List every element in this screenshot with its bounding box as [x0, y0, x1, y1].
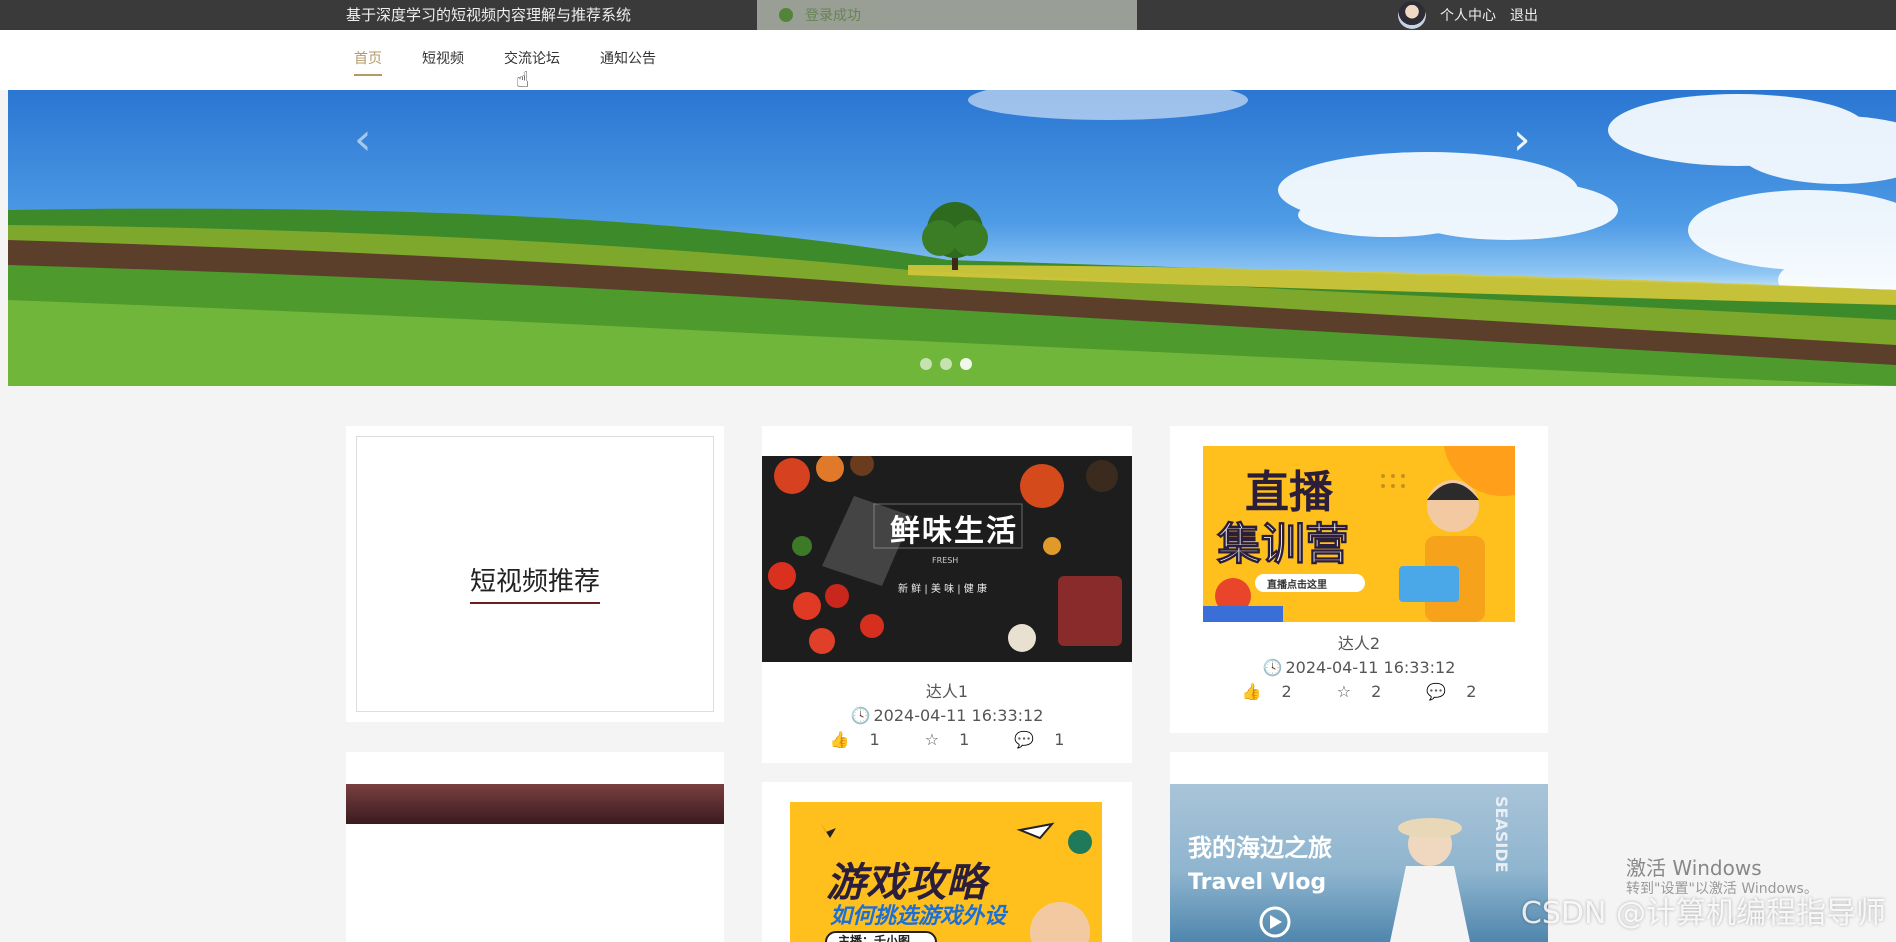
comment-icon[interactable]: 💬: [1014, 728, 1034, 752]
favorite-count: 2: [1371, 682, 1382, 701]
star-icon[interactable]: ☆: [1337, 680, 1351, 704]
video-thumbnail[interactable]: [346, 784, 724, 824]
video-card[interactable]: 直播 集训营 直播点击这里 达人2 🕓 2024-04-11 16:33:12 👍…: [1170, 426, 1548, 733]
main-nav: 首页 短视频 交流论坛 通知公告: [0, 30, 1896, 90]
comment-count: 2: [1466, 682, 1477, 701]
carousel-dot[interactable]: [920, 358, 932, 370]
clock-icon: 🕓: [850, 706, 871, 725]
video-thumbnail[interactable]: 我的海边之旅 Travel Vlog SEASIDE: [1170, 784, 1548, 942]
favorite-count: 1: [959, 730, 970, 749]
clock-icon: 🕓: [1262, 658, 1283, 677]
avatar[interactable]: [1398, 1, 1426, 29]
comment-count: 1: [1054, 730, 1065, 749]
like-count: 2: [1281, 682, 1292, 701]
carousel-next-arrow[interactable]: ›: [1513, 118, 1531, 162]
banner-carousel[interactable]: ‹ ›: [8, 90, 1896, 386]
thumb-up-icon[interactable]: 👍: [830, 728, 850, 752]
logout-link[interactable]: 退出: [1510, 5, 1538, 25]
nav-item-short-video[interactable]: 短视频: [422, 30, 464, 90]
check-circle-icon: [779, 8, 793, 22]
author-name[interactable]: 达人2: [1170, 632, 1548, 656]
carousel-prev-arrow[interactable]: ‹: [354, 118, 372, 162]
personal-center-link[interactable]: 个人中心: [1440, 5, 1496, 25]
video-card[interactable]: 游戏攻略 如何挑选游戏外设 主播：千小图: [762, 782, 1132, 942]
section-title: 短视频推荐: [469, 561, 600, 604]
top-bar: 基于深度学习的短视频内容理解与推荐系统 登录成功 个人中心 退出: [0, 0, 1896, 30]
comment-icon[interactable]: 💬: [1426, 680, 1446, 704]
video-thumbnail[interactable]: 鲜味生活 FRESH 新 鲜 | 美 味 | 健 康: [762, 456, 1132, 662]
carousel-dot[interactable]: [940, 358, 952, 370]
csdn-watermark: CSDN @计算机编程指导师: [1520, 896, 1886, 931]
video-card[interactable]: 我的海边之旅 Travel Vlog SEASIDE: [1170, 752, 1548, 942]
publish-time: 2024-04-11 16:33:12: [873, 706, 1044, 725]
star-icon[interactable]: ☆: [925, 728, 939, 752]
nav-item-home[interactable]: 首页: [354, 30, 382, 90]
video-card[interactable]: 鲜味生活 FRESH 新 鲜 | 美 味 | 健 康 达人1 🕓 2024-04-…: [762, 426, 1132, 763]
toast-message: 登录成功: [805, 8, 861, 24]
video-card[interactable]: [346, 752, 724, 942]
success-toast: 登录成功: [757, 0, 1137, 30]
banner-image: [8, 90, 1896, 386]
like-count: 1: [869, 730, 880, 749]
publish-time: 2024-04-11 16:33:12: [1285, 658, 1456, 677]
site-title: 基于深度学习的短视频内容理解与推荐系统: [346, 6, 632, 24]
recommend-panel: 短视频推荐: [346, 426, 724, 722]
video-thumbnail[interactable]: 直播 集训营 直播点击这里: [1203, 446, 1515, 622]
video-thumbnail[interactable]: 游戏攻略 如何挑选游戏外设 主播：千小图: [790, 802, 1102, 942]
thumb-up-icon[interactable]: 👍: [1242, 680, 1262, 704]
user-area: 个人中心 退出: [1398, 0, 1538, 30]
nav-item-notice[interactable]: 通知公告: [600, 30, 656, 90]
author-name[interactable]: 达人1: [762, 680, 1132, 704]
carousel-dots: [920, 358, 972, 370]
carousel-dot-active[interactable]: [960, 358, 972, 370]
windows-activation-title: 激活 Windows: [1626, 856, 1762, 880]
nav-item-forum[interactable]: 交流论坛: [504, 30, 560, 90]
